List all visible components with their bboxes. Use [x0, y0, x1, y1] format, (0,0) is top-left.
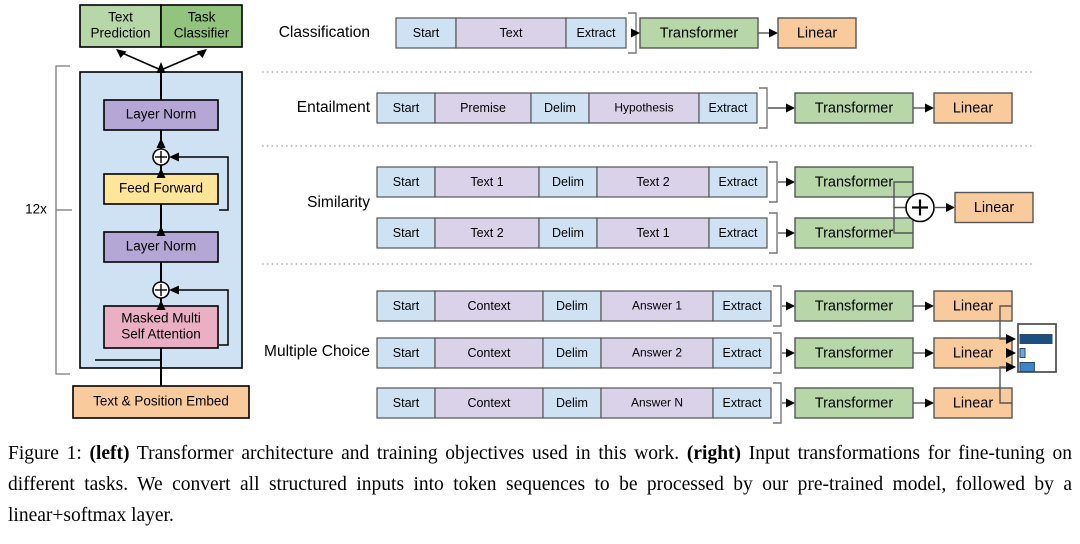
linear-label-multiple-choice-1: Linear	[953, 345, 993, 361]
caption-number: Figure 1:	[8, 443, 82, 464]
layer-norm-bottom-label: Layer Norm	[126, 239, 197, 254]
figure-svg: TextPredictionTaskClassifierLayer NormFe…	[25, 4, 1057, 424]
token-label-1-0-1: Premise	[460, 101, 506, 115]
token-label-3-2-1: Context	[467, 396, 511, 410]
left-panel: TextPrediction TaskClassifier Layer Norm Fe…	[25, 4, 250, 419]
caption-bold-left: (left)	[89, 443, 130, 464]
token-label-3-1-2: Delim	[556, 346, 588, 360]
linear-label-classification-0: Linear	[797, 25, 837, 41]
token-label-1-0-2: Delim	[544, 101, 576, 115]
linear-label-multiple-choice-0: Linear	[953, 298, 993, 314]
token-label-3-0-0: Start	[393, 299, 420, 313]
token-label-2-0-2: Delim	[552, 175, 584, 189]
task-label-entailment: Entailment	[297, 99, 371, 116]
sequence-bracket-entailment-0	[759, 87, 768, 129]
stack-spine-arrowhead	[156, 62, 166, 73]
arrow-to-task-classifier	[160, 51, 204, 71]
token-label-1-0-3: Hypothesis	[614, 101, 673, 115]
figure-caption: Figure 1: (left) Transformer architectur…	[8, 438, 1072, 531]
arrow-head-to-transformer-multiple-choice-1	[786, 348, 795, 358]
arrow-head-to-transformer-multiple-choice-0	[786, 301, 795, 311]
output-head-label-1-line1: Task	[188, 10, 216, 25]
token-label-2-0-3: Text 2	[636, 175, 669, 189]
similarity-linear-label: Linear	[974, 200, 1014, 216]
transformer-label-classification-0: Transformer	[660, 25, 739, 41]
arrow-head-to-transformer-multiple-choice-2	[786, 398, 795, 408]
sequence-bracket-similarity-1	[769, 212, 778, 254]
repeat-label: 12x	[25, 202, 47, 217]
arrow-to-text-prediction	[119, 51, 162, 71]
feed-forward-label: Feed Forward	[119, 181, 203, 196]
arrow-head-to-linear-classification-0	[769, 28, 778, 38]
token-label-3-1-0: Start	[393, 346, 420, 360]
figure-1-diagram: Text Prediction Task Classifier Layer Norm Fe…	[0, 0, 1080, 430]
arrow-head-to-transformer-entailment-0	[786, 103, 795, 113]
output-head-label-0-line2: Prediction	[90, 26, 150, 41]
token-label-1-0-4: Extract	[709, 101, 748, 115]
token-label-2-0-4: Extract	[719, 175, 758, 189]
arrow-head-similarity-linear	[946, 203, 955, 212]
sequence-bracket-similarity-0	[769, 161, 778, 203]
token-label-3-0-3: Answer 1	[632, 299, 682, 313]
token-label-3-1-1: Context	[467, 346, 511, 360]
arrow-head-to-linear-multiple-choice-1	[925, 348, 934, 358]
masked-attention-label-line2: Self Attention	[121, 327, 201, 342]
token-label-1-0-0: Start	[393, 101, 420, 115]
token-label-0-0-2: Extract	[577, 26, 616, 40]
linear-label-multiple-choice-2: Linear	[953, 395, 993, 411]
task-group-similarity: Similarity Start Text 1 Delim Text 2 Extract T…	[307, 161, 1034, 254]
sequence-bracket-multiple-choice-1	[773, 332, 782, 374]
transformer-label-similarity-0: Transformer	[815, 174, 894, 190]
task-group-classification: Classification Start Text Extract Transforme…	[279, 12, 857, 54]
token-label-2-1-3: Text 1	[636, 226, 669, 240]
token-label-2-0-0: Start	[393, 175, 420, 189]
transformer-label-multiple-choice-1: Transformer	[815, 345, 894, 361]
output-head-label-1-line2: Classifier	[174, 26, 230, 41]
output-head-label-0-line1: Text	[108, 10, 133, 25]
masked-attention-label-line1: Masked Multi	[121, 311, 201, 326]
softmax-bar-1	[1019, 348, 1026, 358]
token-label-0-0-0: Start	[413, 26, 440, 40]
linear-label-entailment-0: Linear	[953, 100, 993, 116]
sequence-bracket-multiple-choice-2	[773, 382, 782, 424]
token-label-2-1-1: Text 2	[470, 226, 503, 240]
caption-text-left: Transformer architecture and training ob…	[129, 443, 687, 464]
token-label-2-0-1: Text 1	[470, 175, 503, 189]
repeat-bracket	[55, 65, 70, 375]
transformer-label-multiple-choice-2: Transformer	[815, 395, 894, 411]
transformer-label-entailment-0: Transformer	[815, 100, 894, 116]
token-label-2-1-2: Delim	[552, 226, 584, 240]
caption-bold-right: (right)	[686, 443, 742, 464]
task-label-multiple-choice: Multiple Choice	[264, 343, 370, 360]
token-label-3-1-4: Extract	[723, 346, 762, 360]
task-group-entailment: Entailment Start Premise Delim Hypothesis Ext…	[297, 87, 1013, 129]
token-label-3-0-4: Extract	[723, 299, 762, 313]
task-group-multiple-choice: Multiple Choice Start Context Delim Answer 1…	[264, 285, 1057, 424]
arrow-head-to-transformer-similarity-0	[786, 177, 795, 187]
token-label-3-0-2: Delim	[556, 299, 588, 313]
token-label-0-0-1: Text	[500, 26, 523, 40]
embedding-label: Text & Position Embed	[93, 394, 229, 409]
arrow-head-to-linear-entailment-0	[925, 103, 934, 113]
token-label-3-0-1: Context	[467, 299, 511, 313]
sequence-bracket-multiple-choice-0	[773, 285, 782, 327]
right-panel: Classification Start Text Extract Transforme…	[262, 12, 1057, 424]
token-label-3-2-3: Answer N	[631, 396, 683, 410]
token-label-2-1-4: Extract	[719, 226, 758, 240]
task-label-classification: Classification	[279, 24, 370, 41]
transformer-label-similarity-1: Transformer	[815, 225, 894, 241]
arrow-head-to-transformer-similarity-1	[786, 228, 795, 238]
token-label-2-1-0: Start	[393, 226, 420, 240]
token-label-3-1-3: Answer 2	[632, 346, 682, 360]
transformer-label-multiple-choice-0: Transformer	[815, 298, 894, 314]
task-label-similarity: Similarity	[307, 194, 370, 211]
layer-norm-top-label: Layer Norm	[126, 107, 197, 122]
softmax-bar-2	[1019, 362, 1035, 372]
arrow-head-to-linear-multiple-choice-2	[925, 398, 934, 408]
arrow-head-to-linear-multiple-choice-0	[925, 301, 934, 311]
token-label-3-2-4: Extract	[723, 396, 762, 410]
token-label-3-2-0: Start	[393, 396, 420, 410]
softmax-bar-0	[1019, 334, 1053, 344]
token-label-3-2-2: Delim	[556, 396, 588, 410]
